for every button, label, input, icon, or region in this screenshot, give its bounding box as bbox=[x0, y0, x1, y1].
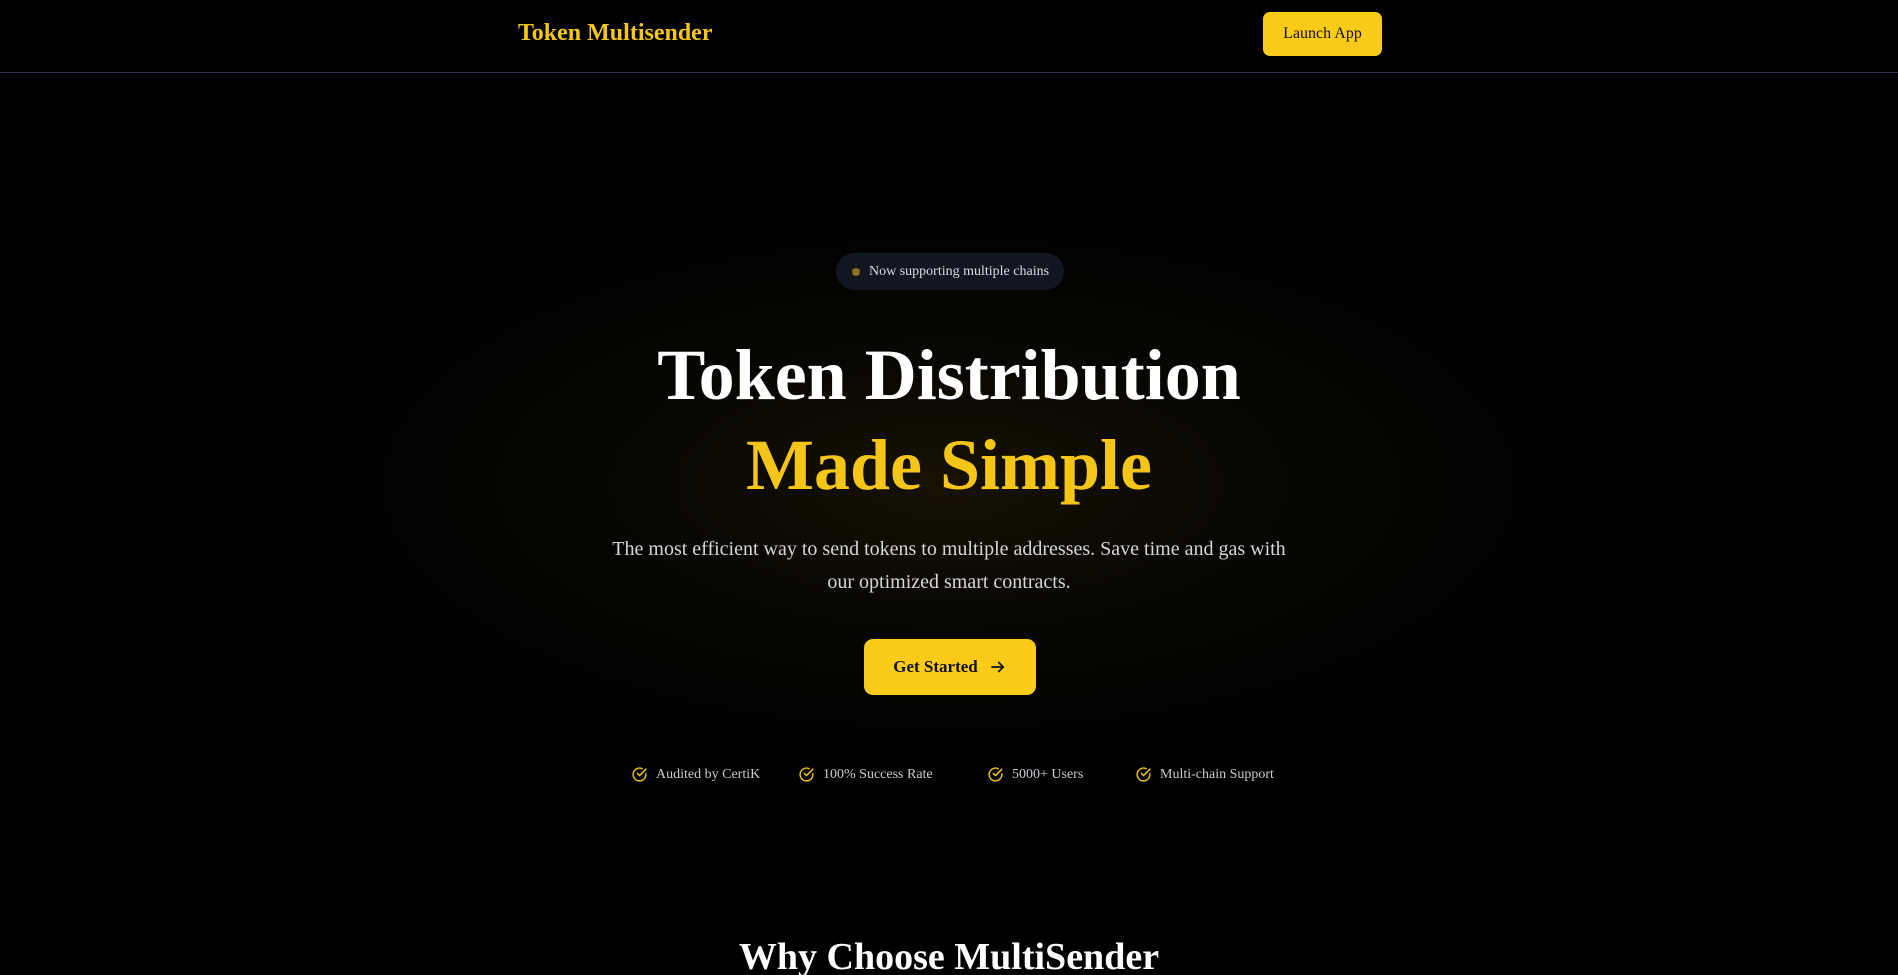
feature-item-users: 5000+ Users bbox=[987, 766, 1083, 783]
arrow-right-icon bbox=[990, 661, 1004, 673]
check-circle-icon bbox=[988, 767, 1003, 782]
feature-label: 100% Success Rate bbox=[823, 766, 933, 782]
get-started-label: Get Started bbox=[893, 657, 978, 676]
check-circle-icon bbox=[799, 767, 814, 782]
check-circle-icon bbox=[1136, 767, 1151, 782]
launch-app-button[interactable]: Launch App bbox=[1263, 12, 1382, 56]
feature-item-audited: Audited by CertiK bbox=[631, 766, 760, 783]
announcement-badge: Now supporting multiple chains bbox=[836, 253, 1064, 290]
announcement-badge-text: Now supporting multiple chains bbox=[869, 263, 1050, 279]
hero-title-line-1: Token Distribution bbox=[657, 335, 1241, 415]
feature-item-multichain: Multi-chain Support bbox=[1135, 766, 1274, 783]
feature-label: Multi-chain Support bbox=[1160, 766, 1274, 782]
check-circle-icon bbox=[632, 767, 647, 782]
why-choose-heading: Why Choose MultiSender bbox=[738, 936, 1160, 975]
hero-subtitle: The most efficient way to send tokens to… bbox=[612, 538, 1286, 593]
feature-label: Audited by CertiK bbox=[656, 766, 761, 782]
hero-section: Now supporting multiple chains Token Dis… bbox=[0, 74, 1898, 975]
hero-title-line-2: Made Simple bbox=[746, 425, 1152, 505]
trust-features-row: Audited by CertiK 100% Success Rate 5000… bbox=[0, 766, 1898, 788]
feature-item-success-rate: 100% Success Rate bbox=[798, 766, 933, 783]
status-dot-icon bbox=[852, 267, 860, 276]
get-started-button[interactable]: Get Started bbox=[864, 639, 1036, 695]
brand-logo-text[interactable]: Token Multisender bbox=[518, 18, 712, 48]
top-navbar: Token Multisender Launch App bbox=[0, 0, 1898, 73]
feature-label: 5000+ Users bbox=[1012, 766, 1084, 782]
